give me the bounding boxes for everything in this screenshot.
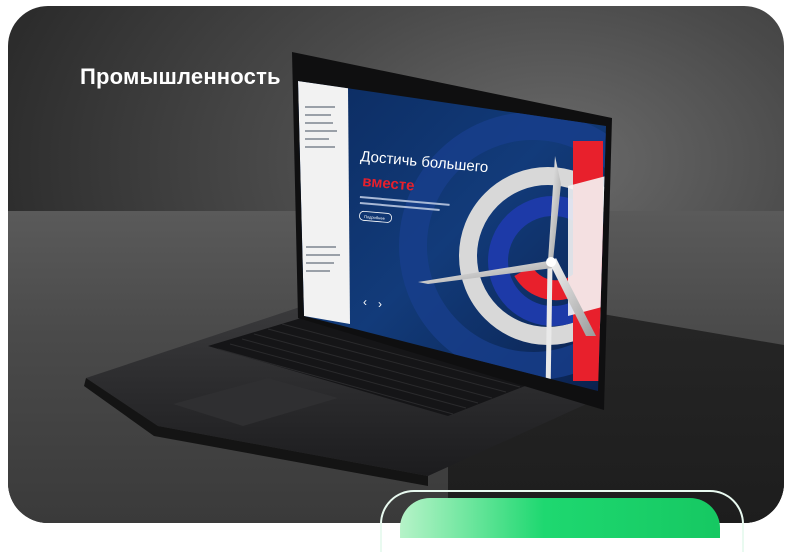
promo-card: Достичь большего вместе Подробнее ‹ › Пр… xyxy=(8,6,784,523)
prev-arrow-icon: ‹ xyxy=(363,295,367,309)
side-menu xyxy=(298,81,350,324)
next-arrow-icon: › xyxy=(378,297,382,311)
banner-title: Промышленность xyxy=(80,64,281,89)
green-accent-bar xyxy=(400,498,720,538)
